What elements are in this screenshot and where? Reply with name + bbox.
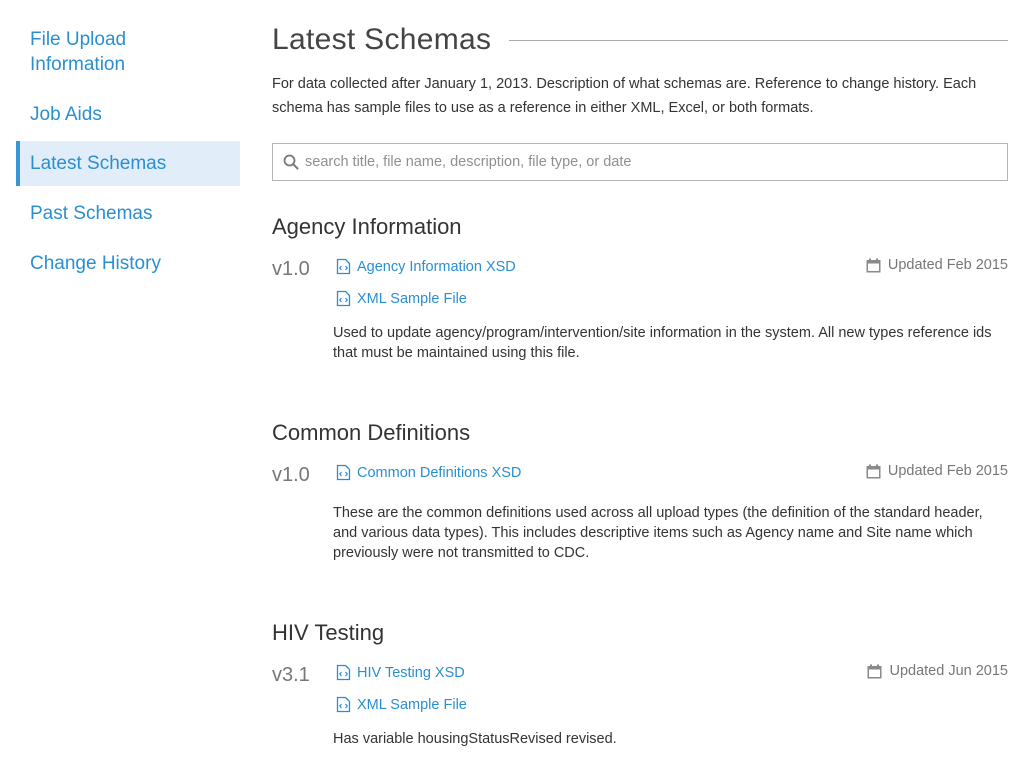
schema-description: Used to update agency/program/interventi… <box>333 325 992 361</box>
sidebar-item-file-upload-information[interactable]: File Upload Information <box>16 27 240 77</box>
schema-description: These are the common definitions used ac… <box>333 505 983 561</box>
schema-xsd-link[interactable]: Common Definitions XSD <box>336 464 521 481</box>
schema-agency-information: Agency Information v1.0 Agency Informati… <box>272 213 1008 373</box>
search-box <box>272 143 1008 181</box>
code-file-icon <box>336 464 351 481</box>
calendar-icon <box>867 664 882 678</box>
schema-updated-label: Updated Feb 2015 <box>887 463 1008 479</box>
schema-hiv-testing: HIV Testing v3.1 HIV Testing XSD XML Sam… <box>272 619 1008 759</box>
schema-version: v1.0 <box>272 258 310 280</box>
schema-title: HIV Testing <box>272 620 385 645</box>
schema-xsd-link-label: Agency Information XSD <box>357 258 516 275</box>
title-divider <box>509 39 1008 41</box>
schema-description: Has variable housingStatusRevised revise… <box>333 731 617 747</box>
schema-sample-link[interactable]: XML Sample File <box>336 696 467 713</box>
schema-updated-date: Updated Jun 2015 <box>867 663 1008 679</box>
code-file-icon <box>336 696 351 713</box>
schema-title: Common Definitions <box>272 420 471 445</box>
search-icon <box>283 154 299 170</box>
schema-xsd-link-label: Common Definitions XSD <box>357 464 522 481</box>
schema-sample-link-label: XML Sample File <box>357 696 467 713</box>
schema-updated-label: Updated Jun 2015 <box>889 663 1008 679</box>
schema-sample-link[interactable]: XML Sample File <box>336 290 467 307</box>
schema-sample-link-label: XML Sample File <box>357 290 467 307</box>
schema-xsd-link[interactable]: HIV Testing XSD <box>336 664 465 681</box>
intro-text: For data collected after January 1, 2013… <box>272 76 977 116</box>
sidebar-item-past-schemas[interactable]: Past Schemas <box>16 201 240 226</box>
schema-version: v3.1 <box>272 664 310 686</box>
calendar-icon <box>866 258 881 272</box>
code-file-icon <box>336 290 351 307</box>
code-file-icon <box>336 258 351 275</box>
schema-title: Agency Information <box>272 214 462 239</box>
schema-updated-date: Updated Feb 2015 <box>866 463 1008 479</box>
schema-version: v1.0 <box>272 464 310 486</box>
page-title: Latest Schemas <box>272 23 492 56</box>
sidebar-item-latest-schemas[interactable]: Latest Schemas <box>16 141 240 186</box>
search-input[interactable] <box>305 144 995 180</box>
schema-common-definitions: Common Definitions v1.0 Common Definitio… <box>272 419 1008 569</box>
schema-xsd-link-label: HIV Testing XSD <box>357 664 465 681</box>
calendar-icon <box>866 464 881 478</box>
sidebar-item-job-aids[interactable]: Job Aids <box>16 102 240 127</box>
schema-updated-date: Updated Feb 2015 <box>866 257 1008 273</box>
code-file-icon <box>336 664 351 681</box>
sidebar-nav: File Upload Information Job Aids Latest … <box>16 0 240 276</box>
page-title-row: Latest Schemas <box>272 22 1008 58</box>
schema-updated-label: Updated Feb 2015 <box>887 257 1008 273</box>
schema-xsd-link[interactable]: Agency Information XSD <box>336 258 516 275</box>
sidebar-item-change-history[interactable]: Change History <box>16 251 240 276</box>
